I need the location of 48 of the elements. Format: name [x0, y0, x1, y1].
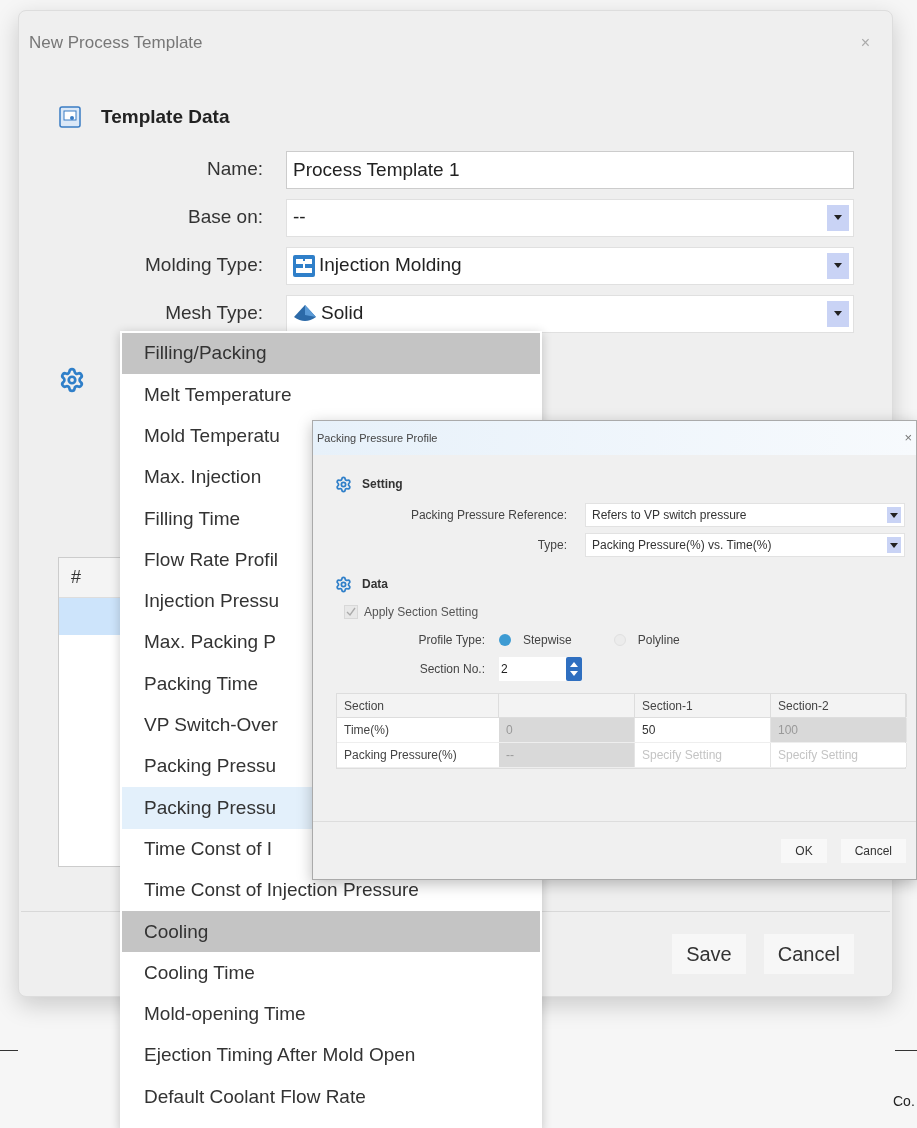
field-label: Molding Type:: [144, 253, 263, 278]
row-header: Time(%): [343, 722, 390, 739]
spinner-arrows-icon[interactable]: [566, 657, 582, 681]
column-header: Section-1: [642, 697, 693, 715]
save-button[interactable]: Save: [672, 934, 746, 974]
section-heading: Data: [362, 576, 388, 593]
table-cell: 100: [771, 718, 907, 742]
spin-field[interactable]: 2: [499, 657, 582, 681]
section-heading: Setting: [362, 476, 403, 493]
settings-icon: [335, 575, 352, 593]
cancel-button[interactable]: Cancel: [840, 838, 906, 863]
select-field[interactable]: --: [286, 198, 854, 237]
molding-icon: [293, 254, 315, 277]
ok-button[interactable]: OK: [781, 838, 827, 863]
radio-option[interactable]: Polyline: [613, 631, 680, 649]
radio-button[interactable]: [499, 634, 511, 646]
menu-group-header[interactable]: Filling/Packing: [122, 333, 540, 375]
select-field[interactable]: Injection Molding: [286, 246, 854, 285]
row-header: Packing Pressure(%): [343, 747, 458, 764]
column-header: Section-2: [778, 697, 829, 715]
field-label: Name:: [206, 157, 263, 182]
solid-shape-icon: [293, 303, 317, 324]
select-field[interactable]: Refers to VP switch pressure: [585, 503, 905, 527]
dialog-title: Packing Pressure Profile: [317, 430, 438, 446]
menu-group-header[interactable]: Cooling: [122, 911, 540, 953]
background-text: Co.: [893, 1092, 915, 1111]
field-label: Type:: [536, 537, 567, 554]
field-label: Profile Type:: [417, 632, 485, 649]
section-heading: Template Data: [101, 105, 230, 129]
template-icon: [59, 106, 81, 129]
name-field[interactable]: Process Template 1: [286, 150, 854, 189]
column-header: Section: [344, 697, 385, 715]
radio-option[interactable]: Stepwise: [499, 631, 572, 649]
field-label: Base on:: [187, 205, 263, 230]
field-label: Section No.:: [418, 661, 485, 678]
settings-icon: [335, 475, 352, 493]
select-field[interactable]: Packing Pressure(%) vs. Time(%): [585, 533, 905, 557]
table-cell: 0: [499, 718, 635, 742]
field-label: Packing Pressure Reference:: [409, 507, 567, 524]
select-field[interactable]: Solid: [286, 294, 854, 333]
close-button[interactable]: ×: [904, 428, 912, 448]
settings-icon: [59, 366, 85, 393]
cancel-button[interactable]: Cancel: [763, 934, 854, 974]
window-title: New Process Template: [29, 32, 203, 55]
checkbox-label: Apply Section Setting: [364, 604, 479, 621]
column-header: #: [70, 565, 81, 589]
table-cell: --: [499, 743, 635, 767]
field-label: Mesh Type:: [164, 301, 263, 326]
